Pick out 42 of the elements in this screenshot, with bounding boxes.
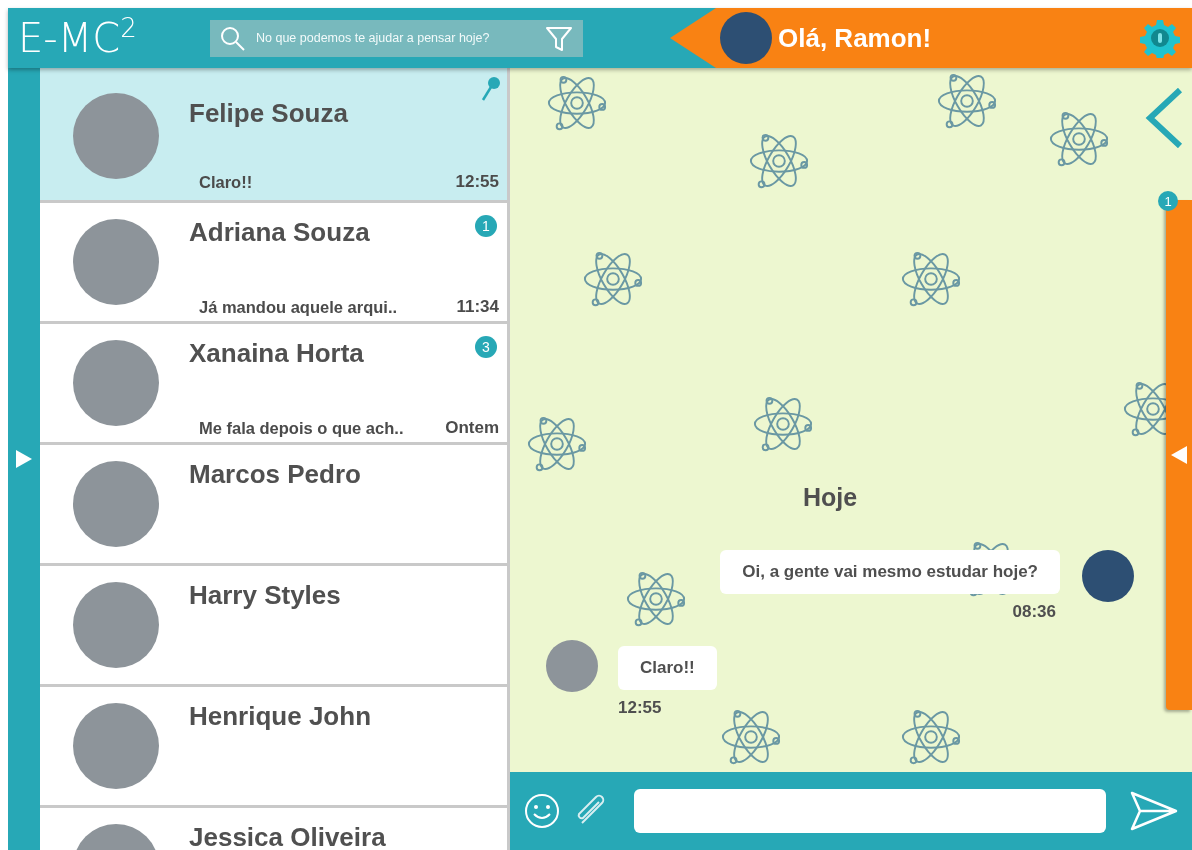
message-preview: Já mandou aquele arqui.. bbox=[198, 298, 398, 317]
contact-name: Adriana Souza bbox=[189, 217, 370, 247]
message-input[interactable] bbox=[634, 789, 1106, 833]
gear-icon[interactable] bbox=[1140, 18, 1180, 58]
contact-name: Marcos Pedro bbox=[189, 459, 361, 489]
avatar-photo bbox=[1082, 550, 1134, 602]
message-time: 11:34 bbox=[456, 297, 499, 317]
filter-icon[interactable] bbox=[545, 24, 573, 53]
message-time: 08:36 bbox=[1012, 602, 1056, 622]
notification-badge: 1 bbox=[1158, 191, 1178, 211]
contact-name: Xanaina Horta bbox=[189, 338, 364, 368]
expand-arrow-icon[interactable] bbox=[16, 450, 32, 468]
contact-name: Felipe Souza bbox=[189, 98, 348, 128]
message-time: Ontem bbox=[445, 418, 499, 438]
search-field[interactable]: No que podemos te ajudar a pensar hoje? bbox=[210, 19, 583, 57]
date-divider: Hoje bbox=[802, 483, 858, 512]
chat-list-item[interactable]: Henrique John bbox=[40, 687, 507, 805]
contact-name: Henrique John bbox=[189, 701, 371, 731]
greeting-text: Olá, Ramon! bbox=[778, 22, 933, 54]
chat-list-item[interactable]: Felipe Souza Claro!! 12:55 bbox=[40, 68, 507, 200]
chat-list-item[interactable]: Adriana Souza Já mandou aquele arqui.. 11:34 1 bbox=[40, 203, 507, 321]
message-preview: Me fala depois o que ach.. bbox=[198, 419, 404, 438]
avatar-photo bbox=[546, 640, 598, 692]
emoji-icon[interactable] bbox=[524, 793, 560, 829]
contact-name: Jessica Oliveira bbox=[189, 822, 386, 850]
send-icon[interactable] bbox=[1130, 791, 1178, 831]
chat-list-item[interactable]: Jessica Oliveira bbox=[40, 808, 507, 850]
chat-list-item[interactable]: Harry Styles bbox=[40, 566, 507, 684]
message-bubble: Oi, a gente vai mesmo estudar hoje? bbox=[720, 550, 1060, 594]
unread-badge: 1 bbox=[475, 215, 497, 237]
unread-badge: 3 bbox=[475, 336, 497, 358]
message-time: 12:55 bbox=[618, 698, 663, 718]
chat-list-item[interactable]: Marcos Pedro bbox=[40, 445, 507, 563]
message-time: 12:55 bbox=[455, 172, 499, 192]
message-preview: Claro!! bbox=[198, 173, 253, 192]
message-bubble: Claro!! bbox=[618, 646, 717, 690]
app-logo: E-MC$^{2}$ bbox=[18, 13, 138, 63]
back-chevron-icon[interactable] bbox=[1144, 88, 1184, 148]
contact-name: Harry Styles bbox=[189, 580, 341, 610]
chat-list-item[interactable]: Xanaina Horta Me fala depois o que ach.. Ontem 3 bbox=[40, 324, 507, 442]
collapse-arrow-icon[interactable] bbox=[1171, 446, 1187, 464]
user-avatar bbox=[720, 12, 772, 64]
